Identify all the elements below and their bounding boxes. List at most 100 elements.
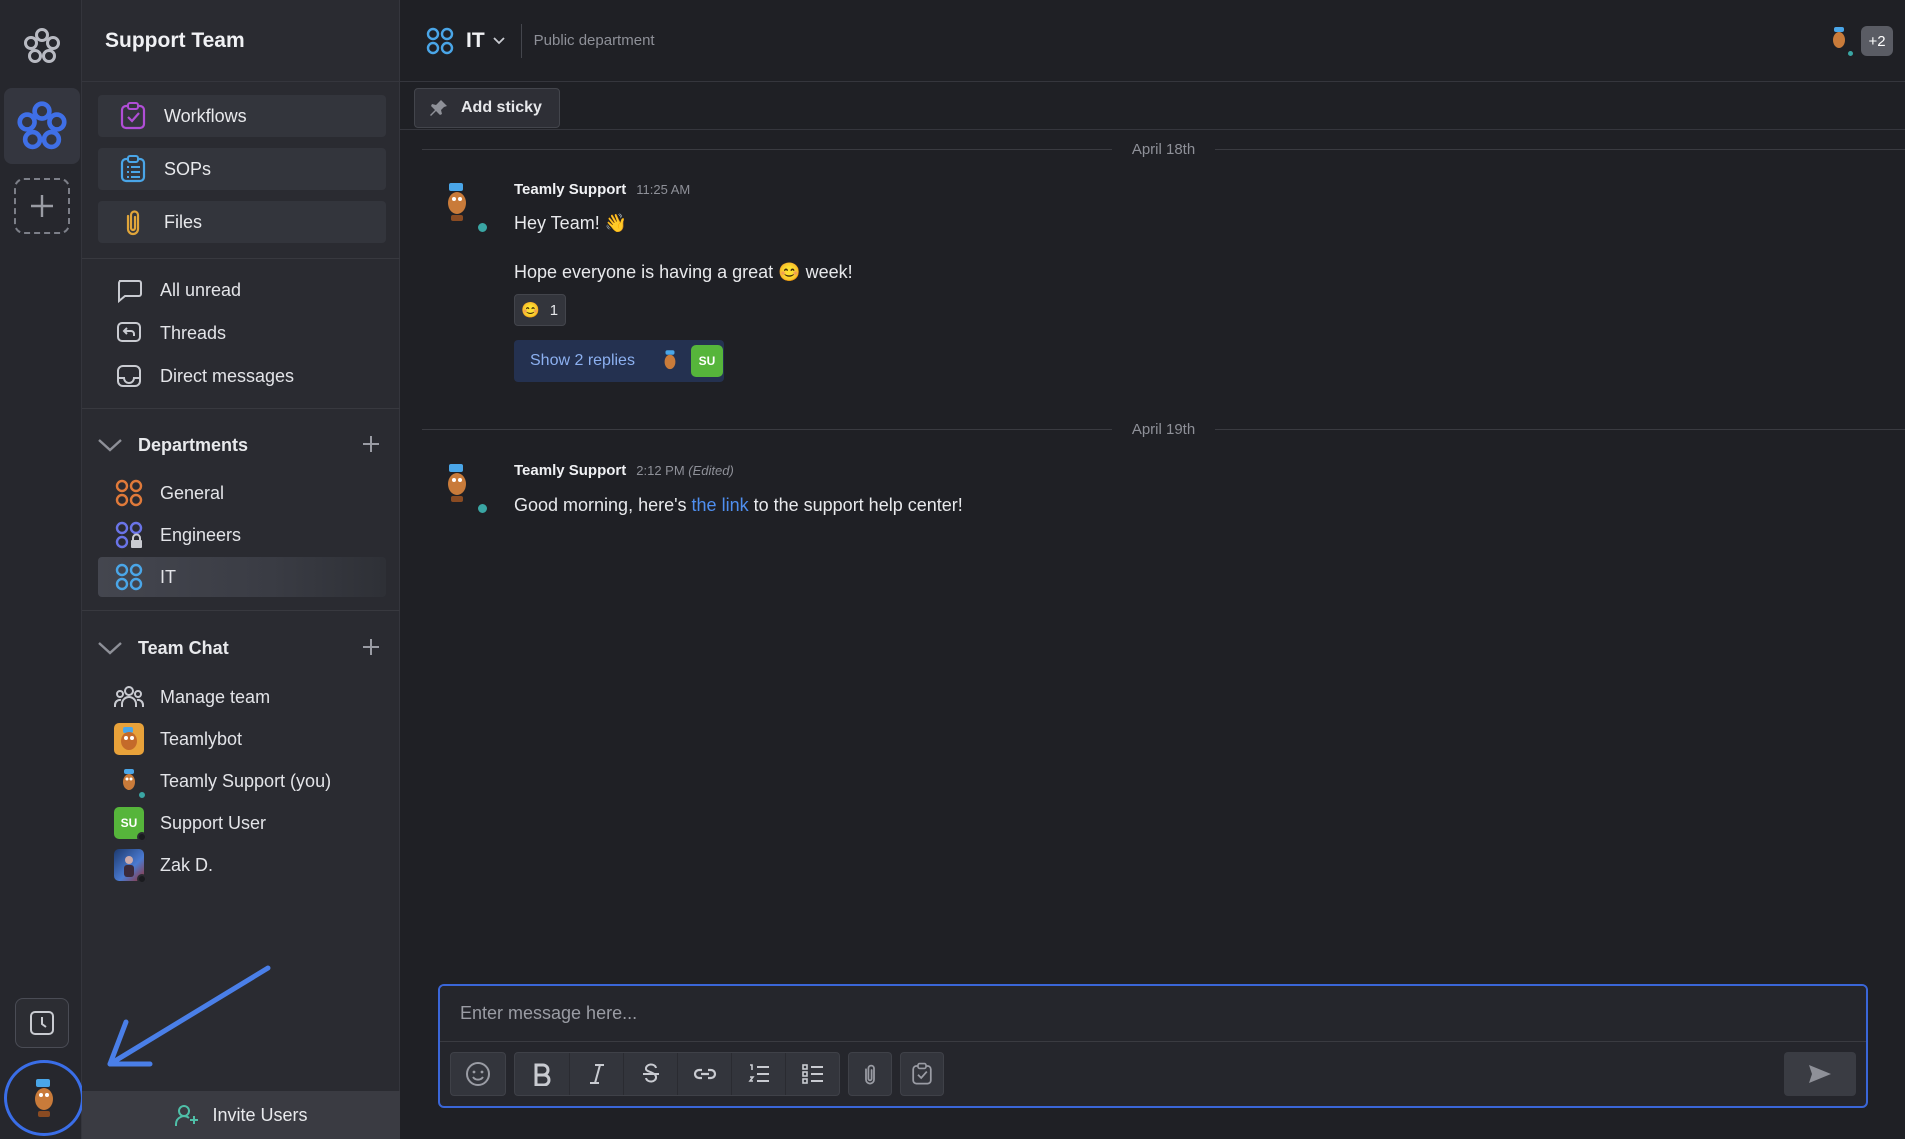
message-author[interactable]: Teamly Support 2:12 PM (Edited) bbox=[514, 462, 734, 479]
send-icon bbox=[1809, 1065, 1831, 1083]
smile-emoji-icon: 😊 bbox=[521, 302, 540, 319]
sidebar-item-general[interactable]: General bbox=[98, 473, 386, 513]
numbered-list-button[interactable] bbox=[731, 1053, 785, 1095]
sidebar-item-threads[interactable]: Threads bbox=[98, 313, 386, 353]
sidebar-item-label: Teamly Support (you) bbox=[160, 770, 332, 791]
sidebar-item-manage-team[interactable]: Manage team bbox=[98, 677, 386, 717]
send-button[interactable] bbox=[1784, 1052, 1856, 1096]
message-time: 11:25 AM bbox=[636, 182, 691, 197]
add-department-icon[interactable] bbox=[360, 433, 382, 455]
annotation-arrow bbox=[107, 965, 271, 1067]
channel-header: IT Public department +2 bbox=[400, 0, 1905, 82]
member-count-badge: +2 bbox=[1861, 26, 1893, 56]
add-workspace-button[interactable] bbox=[14, 178, 70, 234]
channel-members[interactable]: +2 bbox=[1829, 26, 1893, 58]
chevron-down-icon bbox=[98, 439, 122, 452]
section-team-chat[interactable]: Team Chat bbox=[82, 628, 400, 668]
sidebar-item-label: Threads bbox=[160, 322, 227, 343]
bot-avatar bbox=[114, 723, 144, 755]
channel-name[interactable]: IT bbox=[466, 29, 485, 53]
message-composer bbox=[438, 984, 1868, 1108]
sidebar-item-sops[interactable]: SOPs bbox=[98, 148, 386, 190]
sidebar-item-teamly-support[interactable]: Teamly Support (you) bbox=[98, 761, 386, 801]
message-text-part: week! bbox=[805, 262, 853, 282]
sidebar-item-it[interactable]: IT bbox=[98, 557, 386, 597]
smile-emoji-icon: 😊 bbox=[778, 262, 801, 282]
message-link[interactable]: the link bbox=[692, 495, 749, 515]
sidebar-item-teamlybot[interactable]: Teamlybot bbox=[98, 719, 386, 759]
replies-label: Show 2 replies bbox=[530, 352, 635, 369]
reply-avatar-initials: SU bbox=[690, 345, 723, 377]
author-name: Teamly Support bbox=[514, 181, 627, 198]
sticky-bar: Add sticky bbox=[400, 82, 1905, 130]
online-status-icon bbox=[476, 502, 489, 515]
reaction-count: 1 bbox=[549, 301, 559, 319]
team-icon bbox=[114, 682, 144, 712]
user-avatar-icon bbox=[35, 1079, 53, 1117]
sidebar-item-zak-d[interactable]: Zak D. bbox=[98, 845, 386, 885]
current-user-avatar[interactable] bbox=[4, 1060, 84, 1136]
section-title: Departments bbox=[138, 434, 249, 455]
bullet-list-button[interactable] bbox=[785, 1053, 839, 1095]
reaction-chip[interactable]: 😊 1 bbox=[514, 294, 566, 326]
emoji-group bbox=[450, 1052, 506, 1096]
channel-view: IT Public department +2 Add sticky April… bbox=[400, 0, 1905, 1139]
message-text-part: Hope everyone is having a great bbox=[514, 262, 774, 282]
invite-users-button[interactable]: Invite Users bbox=[82, 1091, 400, 1139]
workspace-title: Support Team bbox=[82, 0, 399, 82]
divider bbox=[520, 23, 522, 58]
message-avatar[interactable] bbox=[440, 462, 489, 515]
section-departments[interactable]: Departments bbox=[82, 425, 400, 465]
sidebar-item-workflows[interactable]: Workflows bbox=[98, 95, 386, 137]
workspace-flower-icon bbox=[17, 101, 67, 150]
workspace-rail bbox=[0, 0, 84, 1139]
message-text-part: to the support help center! bbox=[753, 495, 963, 515]
sidebar-item-label: Workflows bbox=[164, 105, 247, 126]
show-replies-button[interactable]: Show 2 replies SU bbox=[514, 340, 724, 382]
department-icon bbox=[426, 27, 454, 54]
sidebar-item-label: Support User bbox=[160, 812, 267, 833]
message-text-part: Good morning, here's bbox=[514, 495, 687, 515]
member-avatar bbox=[1829, 26, 1855, 58]
message-time: 2:12 PM (Edited) bbox=[636, 463, 734, 478]
sidebar-item-label: All unread bbox=[160, 279, 242, 300]
date-label: April 19th bbox=[1131, 420, 1196, 438]
add-chat-icon[interactable] bbox=[360, 636, 382, 658]
add-task-button[interactable] bbox=[901, 1053, 943, 1095]
private-department-icon bbox=[114, 520, 144, 550]
author-name: Teamly Support bbox=[514, 462, 627, 479]
offline-status-icon bbox=[137, 874, 147, 884]
message-avatar[interactable] bbox=[440, 181, 489, 234]
smiley-icon bbox=[466, 1062, 490, 1086]
sidebar-item-label: Engineers bbox=[160, 524, 242, 545]
sidebar-item-engineers[interactable]: Engineers bbox=[98, 515, 386, 555]
chevron-down-icon[interactable] bbox=[491, 33, 507, 49]
attach-file-button[interactable] bbox=[849, 1053, 891, 1095]
message-author[interactable]: Teamly Support 11:25 AM bbox=[514, 181, 690, 198]
bold-icon bbox=[534, 1063, 551, 1086]
add-sticky-button[interactable]: Add sticky bbox=[414, 88, 560, 128]
history-button[interactable] bbox=[15, 998, 69, 1048]
message-input[interactable] bbox=[440, 986, 1866, 1042]
online-status-icon bbox=[137, 790, 147, 800]
message-text: Hope everyone is having a great 😊 week! bbox=[514, 262, 853, 283]
sidebar-item-direct-messages[interactable]: Direct messages bbox=[98, 356, 386, 396]
bold-button[interactable] bbox=[515, 1053, 569, 1095]
strikethrough-icon bbox=[642, 1063, 659, 1083]
sidebar-item-label: Direct messages bbox=[160, 365, 295, 386]
sidebar-item-files[interactable]: Files bbox=[98, 201, 386, 243]
photo-avatar bbox=[114, 849, 147, 884]
sidebar-item-label: General bbox=[160, 482, 225, 503]
sidebar-item-support-user[interactable]: SU Support User bbox=[98, 803, 386, 843]
numbered-list-icon bbox=[747, 1064, 769, 1082]
link-button[interactable] bbox=[677, 1053, 731, 1095]
italic-icon bbox=[589, 1064, 604, 1084]
sidebar-item-all-unread[interactable]: All unread bbox=[98, 270, 386, 310]
reply-avatar bbox=[661, 349, 679, 373]
emoji-button[interactable] bbox=[451, 1053, 505, 1095]
sidebar-item-label: Teamlybot bbox=[160, 728, 243, 749]
italic-button[interactable] bbox=[569, 1053, 623, 1095]
message-text: Hey Team! 👋 bbox=[514, 213, 628, 233]
strikethrough-button[interactable] bbox=[623, 1053, 677, 1095]
workspace-button-support-team[interactable] bbox=[4, 88, 80, 164]
